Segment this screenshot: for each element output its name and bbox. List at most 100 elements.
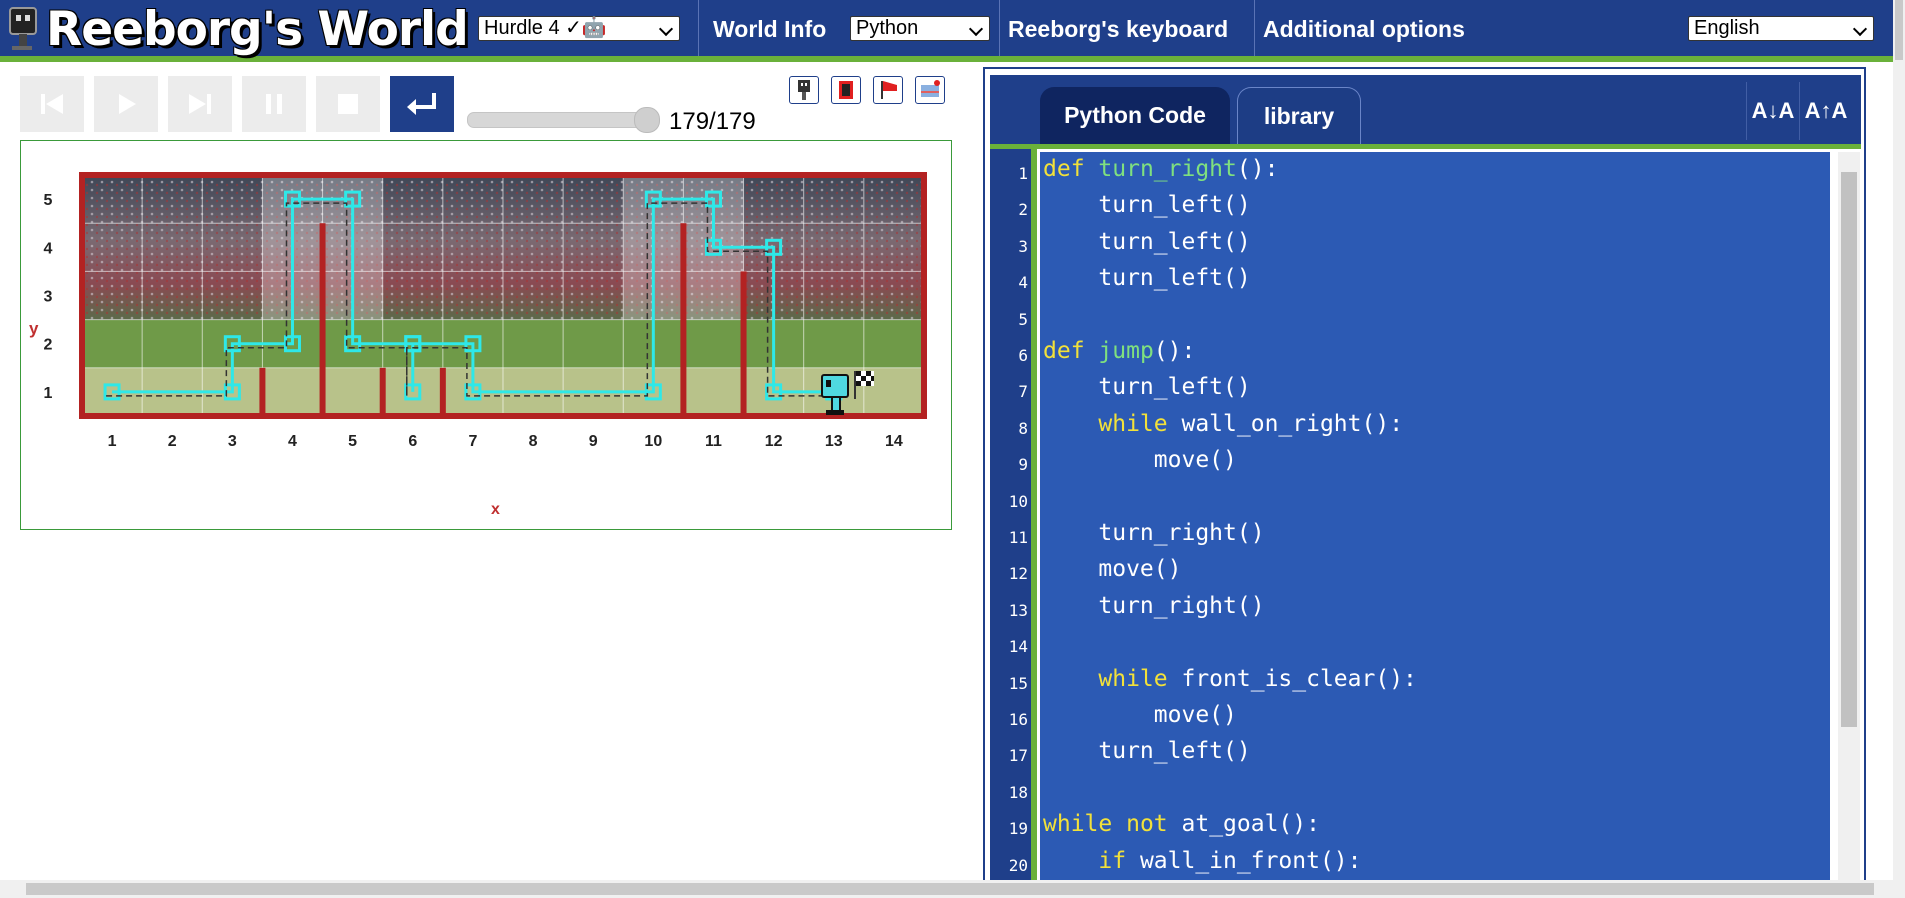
code-text: turn_right() xyxy=(1043,592,1265,619)
code-line[interactable]: if wall_in_front(): xyxy=(1043,848,1361,874)
x-tick-label: 3 xyxy=(228,433,237,450)
line-number: 2 xyxy=(1018,200,1028,220)
code-text: turn_left() xyxy=(1043,738,1251,765)
world-editor-icon[interactable] xyxy=(831,76,861,104)
code-line[interactable]: def turn_right(): xyxy=(1043,156,1278,182)
additional-options-button[interactable]: Additional options xyxy=(1253,0,1475,56)
code-line[interactable]: turn_left() xyxy=(1043,265,1251,292)
code-text: turn_left() xyxy=(1043,265,1251,292)
app-title: Reeborg's World xyxy=(46,2,469,57)
code-keyword: while xyxy=(1043,811,1113,838)
world-info-button[interactable]: World Info xyxy=(703,0,836,56)
wall xyxy=(259,367,266,416)
code-line[interactable]: turn_right() xyxy=(1043,520,1264,546)
code-text: turn_left() xyxy=(1043,192,1251,219)
world-canvas[interactable]: 1 2 3 4 5 6 7 8 9 10 11 12 13 14 12345 x y xyxy=(20,140,952,530)
line-number: 15 xyxy=(1008,673,1028,693)
wall xyxy=(319,223,326,416)
language-select[interactable]: Python xyxy=(850,16,990,41)
speed-slider-handle[interactable] xyxy=(634,107,660,133)
tab-python-code[interactable]: Python Code xyxy=(1040,87,1230,144)
y-tick-label: 1 xyxy=(44,385,53,402)
line-number: 17 xyxy=(1008,746,1028,766)
code-text: (): xyxy=(1236,156,1279,182)
page-horizontal-scrollbar-thumb[interactable] xyxy=(26,883,1874,895)
y-tick-label: 5 xyxy=(44,192,53,209)
code-line[interactable]: move() xyxy=(1043,447,1237,473)
x-tick-label: 11 xyxy=(705,433,722,450)
increase-font-button[interactable]: A↑A xyxy=(1799,82,1852,140)
x-tick-label: 4 xyxy=(288,433,297,450)
code-text: wall_on_right(): xyxy=(1167,410,1404,437)
code-keyword: def xyxy=(1043,156,1085,182)
stop-icon xyxy=(338,94,358,114)
run-button[interactable] xyxy=(94,76,158,132)
reload-button[interactable] xyxy=(20,76,84,132)
wall xyxy=(439,367,446,416)
x-tick-label: 5 xyxy=(348,433,357,450)
code-text: front_is_clear(): xyxy=(1167,665,1417,692)
pause-button[interactable] xyxy=(242,76,306,132)
wall xyxy=(379,367,386,416)
world-select-value: Hurdle 4 ✓🤖 xyxy=(484,17,607,39)
code-line[interactable]: turn_left() xyxy=(1043,192,1251,219)
code-line[interactable]: def jump(): xyxy=(1043,338,1195,364)
page-vertical-scrollbar[interactable] xyxy=(1893,0,1905,880)
reeborg-logo-icon xyxy=(9,7,37,50)
world-memory-icon[interactable] xyxy=(915,76,945,104)
code-line[interactable]: while not at_goal(): xyxy=(1043,811,1320,837)
code-line[interactable]: move() xyxy=(1043,556,1181,582)
x-tick-label: 8 xyxy=(529,433,538,450)
decrease-font-button[interactable]: A↓A xyxy=(1746,82,1799,140)
robot-details-icon[interactable] xyxy=(789,76,819,104)
keyboard-button[interactable]: Reeborg's keyboard xyxy=(998,0,1238,56)
step-button[interactable] xyxy=(168,76,232,132)
code-line[interactable]: while front_is_clear(): xyxy=(1043,666,1417,692)
gutter-divider xyxy=(1031,149,1037,898)
code-keyword: def xyxy=(1043,338,1085,364)
x-tick-label: 13 xyxy=(825,433,843,450)
line-number: 5 xyxy=(1018,309,1028,329)
code-line[interactable]: turn_left() xyxy=(1043,228,1251,255)
line-number: 9 xyxy=(1018,455,1028,475)
chevron-down-icon xyxy=(658,21,674,37)
stop-button[interactable] xyxy=(316,76,380,132)
code-line[interactable]: turn_left() xyxy=(1043,738,1251,765)
editor-scrollbar-thumb[interactable] xyxy=(1841,172,1857,727)
x-tick-label: 12 xyxy=(765,433,783,450)
line-number: 3 xyxy=(1018,236,1028,256)
world-select[interactable]: Hurdle 4 ✓🤖 xyxy=(478,16,680,41)
code-line[interactable]: move() xyxy=(1043,702,1237,728)
line-number: 6 xyxy=(1018,346,1028,365)
ui-language-select[interactable]: English xyxy=(1688,16,1874,41)
tab-library[interactable]: library xyxy=(1237,87,1361,144)
code-line[interactable]: while wall_on_right(): xyxy=(1043,411,1403,437)
speed-slider-track[interactable] xyxy=(467,112,659,128)
code-line[interactable]: turn_right() xyxy=(1043,592,1265,619)
x-axis-label: x xyxy=(491,501,500,518)
line-number: 4 xyxy=(1018,273,1028,293)
code-text: turn_left() xyxy=(1043,228,1251,255)
step-counter: 179/179 xyxy=(669,108,756,135)
code-function-name: jump xyxy=(1098,338,1154,364)
code-keyword: while xyxy=(1098,665,1168,692)
code-line[interactable]: turn_left() xyxy=(1043,374,1250,400)
y-axis-label: y xyxy=(29,319,39,338)
line-number: 10 xyxy=(1008,491,1028,511)
skip-forward-icon xyxy=(189,94,211,114)
goal-flag-icon[interactable] xyxy=(873,76,903,104)
return-button[interactable] xyxy=(390,76,454,132)
line-number: 19 xyxy=(1008,819,1028,839)
ui-language-value: English xyxy=(1694,17,1760,39)
x-tick-label: 14 xyxy=(885,433,903,450)
pause-icon xyxy=(266,94,282,114)
line-number: 14 xyxy=(1008,637,1028,657)
language-select-value: Python xyxy=(856,17,919,39)
line-number: 8 xyxy=(1018,418,1028,438)
page-vertical-scrollbar-thumb[interactable] xyxy=(1895,0,1903,60)
chevron-down-icon xyxy=(1852,21,1868,37)
